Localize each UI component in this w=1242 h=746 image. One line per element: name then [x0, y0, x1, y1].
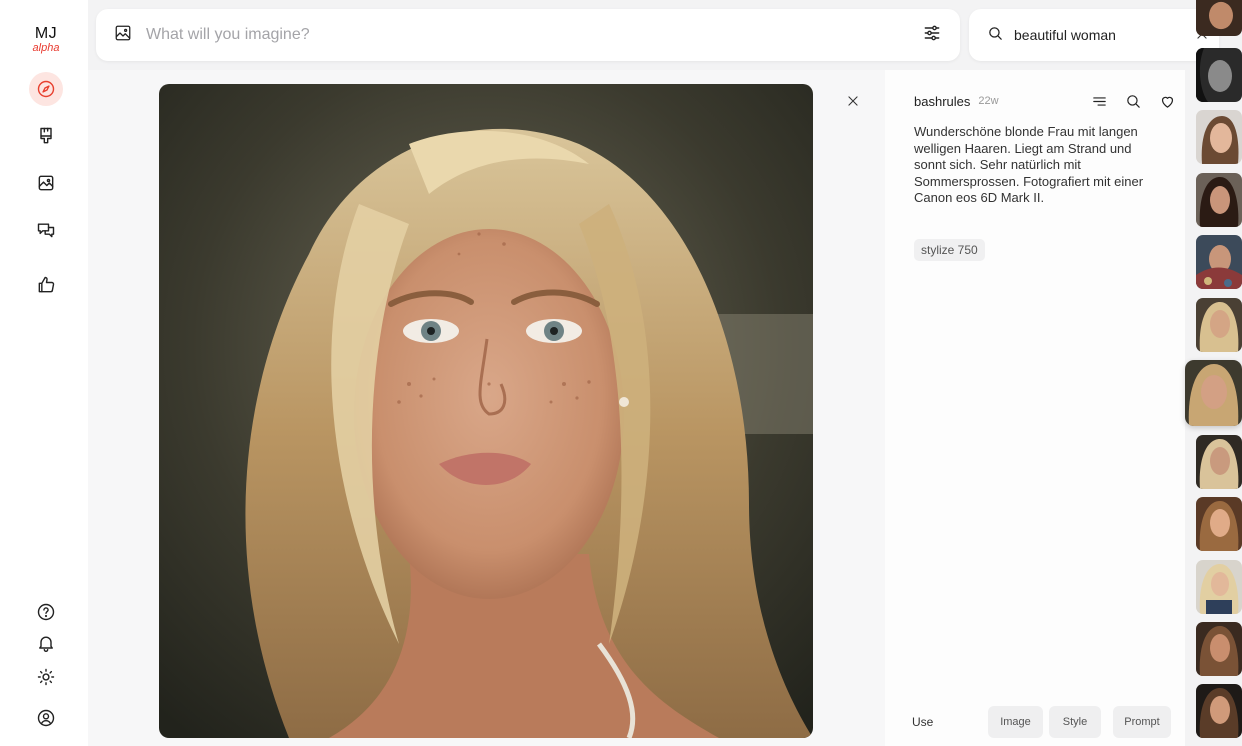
thumbnail[interactable] — [1196, 0, 1242, 36]
thumbnail[interactable] — [1196, 110, 1242, 164]
post-age: 22w — [978, 95, 999, 107]
use-style-button[interactable]: Style — [1049, 706, 1101, 738]
sidebar-item-create[interactable] — [29, 119, 63, 153]
paintbrush-icon — [40, 127, 52, 144]
logo-alpha: alpha — [32, 42, 60, 54]
sidebar-item-rank[interactable] — [29, 268, 63, 302]
thumbnail[interactable] — [1196, 235, 1242, 289]
sidebar-item-notifications[interactable] — [29, 626, 63, 660]
image-icon — [38, 175, 54, 191]
sliders-icon[interactable] — [922, 23, 942, 47]
chat-icon — [37, 223, 55, 238]
sidebar: MJ alpha — [0, 0, 88, 746]
heart-icon — [1161, 96, 1174, 108]
thumbnail[interactable] — [1196, 560, 1242, 614]
use-prompt-button[interactable]: Prompt — [1113, 706, 1171, 738]
image-icon[interactable] — [114, 24, 132, 46]
logo-mj: MJ — [34, 25, 58, 42]
thumbnail-strip — [1185, 0, 1242, 746]
logo[interactable]: MJ alpha — [26, 25, 66, 55]
user-circle-icon — [37, 709, 55, 727]
sidebar-item-organize[interactable] — [29, 166, 63, 200]
close-icon — [848, 96, 858, 106]
menu-icon — [1093, 96, 1106, 106]
search-box — [969, 9, 1219, 61]
sun-icon — [37, 668, 55, 686]
search-similar-button[interactable] — [1125, 93, 1142, 110]
details-panel: bashrules 22w Wunderschöne blonde Frau m… — [885, 70, 1185, 746]
thumbnail[interactable] — [1196, 48, 1242, 102]
use-label: Use — [912, 715, 934, 729]
sidebar-item-theme[interactable] — [29, 660, 63, 694]
thumbnail[interactable] — [1196, 298, 1242, 352]
main-image[interactable] — [159, 84, 813, 738]
imagine-input[interactable] — [146, 26, 922, 44]
help-icon — [37, 603, 55, 621]
bell-icon — [39, 636, 53, 652]
search-icon — [987, 25, 1004, 46]
thumbnail[interactable] — [1196, 497, 1242, 551]
imagine-bar — [96, 9, 960, 61]
thumbnail[interactable] — [1196, 435, 1242, 489]
prompt-text[interactable]: Wunderschöne blonde Frau mit langen well… — [914, 124, 1159, 207]
menu-button[interactable] — [1091, 93, 1108, 110]
author-name[interactable]: bashrules — [914, 94, 970, 109]
thumbs-up-icon — [38, 276, 55, 293]
search-icon — [1127, 94, 1140, 108]
thumbnail[interactable] — [1196, 173, 1242, 227]
image-viewer — [88, 70, 885, 746]
thumbnail[interactable] — [1196, 622, 1242, 676]
sidebar-item-help[interactable] — [29, 595, 63, 629]
thumbnail[interactable] — [1196, 684, 1242, 738]
compass-icon — [37, 80, 55, 98]
sidebar-item-chat[interactable] — [29, 213, 63, 247]
sidebar-item-explore[interactable] — [29, 72, 63, 106]
like-button[interactable] — [1159, 93, 1176, 110]
use-image-button[interactable]: Image — [988, 706, 1043, 738]
search-input[interactable] — [1014, 27, 1195, 43]
details-header: bashrules 22w — [914, 91, 1176, 111]
param-chip[interactable]: stylize 750 — [914, 239, 985, 261]
viewer-close-button[interactable] — [843, 91, 863, 111]
sidebar-item-account[interactable] — [29, 701, 63, 735]
thumbnail-selected[interactable] — [1185, 360, 1242, 426]
